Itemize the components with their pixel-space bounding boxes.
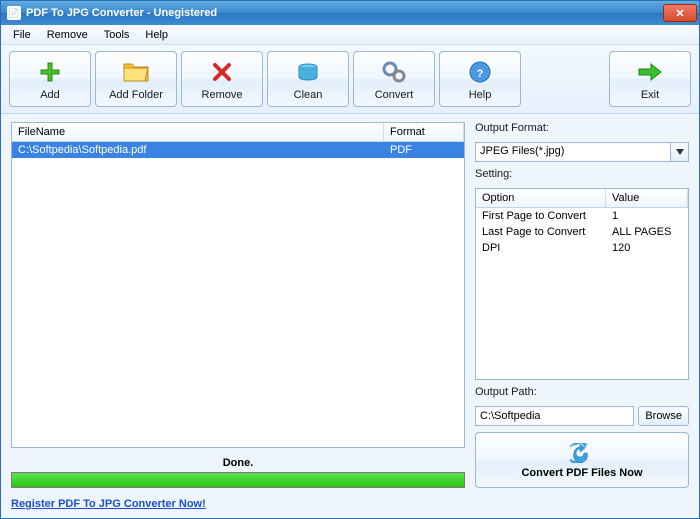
cell-value: ALL PAGES — [606, 224, 688, 240]
col-format[interactable]: Format — [384, 123, 464, 142]
left-panel: FileName Format C:\Softpedia\Softpedia.p… — [11, 122, 465, 488]
output-path-input[interactable] — [475, 406, 634, 426]
right-panel: Output Format: JPEG Files(*.jpg) Setting… — [475, 122, 689, 488]
output-path-row: Browse — [475, 406, 689, 426]
app-icon: 📄 — [7, 6, 21, 20]
clean-icon — [293, 58, 323, 86]
menu-help[interactable]: Help — [137, 27, 176, 43]
close-icon: ✕ — [675, 7, 684, 20]
settings-table[interactable]: Option Value First Page to Convert 1 Las… — [475, 188, 689, 380]
cell-filename: C:\Softpedia\Softpedia.pdf — [12, 142, 384, 158]
plus-icon — [35, 58, 65, 86]
add-button[interactable]: Add — [9, 51, 91, 107]
list-item[interactable]: C:\Softpedia\Softpedia.pdf PDF — [12, 142, 464, 158]
help-button[interactable]: ? Help — [439, 51, 521, 107]
menu-file[interactable]: File — [5, 27, 39, 43]
table-row[interactable]: DPI 120 — [476, 240, 688, 256]
output-format-value: JPEG Files(*.jpg) — [476, 143, 670, 161]
setting-label: Setting: — [475, 168, 689, 180]
cell-option: First Page to Convert — [476, 208, 606, 224]
gear-icon — [379, 58, 409, 86]
cell-option: Last Page to Convert — [476, 224, 606, 240]
footer: Register PDF To JPG Converter Now! — [1, 492, 699, 518]
settings-header: Option Value — [476, 189, 688, 208]
table-row[interactable]: First Page to Convert 1 — [476, 208, 688, 224]
filelist-body[interactable]: C:\Softpedia\Softpedia.pdf PDF — [12, 142, 464, 447]
chevron-down-icon[interactable] — [670, 143, 688, 161]
arrow-right-icon — [635, 58, 665, 86]
titlebar[interactable]: 📄 PDF To JPG Converter - Unegistered ✕ — [1, 1, 699, 25]
col-value[interactable]: Value — [606, 189, 688, 208]
output-path-label: Output Path: — [475, 386, 689, 398]
convert-button[interactable]: Convert — [353, 51, 435, 107]
cell-value: 120 — [606, 240, 688, 256]
convert-now-label: Convert PDF Files Now — [521, 467, 642, 479]
convert-icon — [569, 442, 595, 464]
convert-now-button[interactable]: Convert PDF Files Now — [475, 432, 689, 488]
filelist-header: FileName Format — [12, 123, 464, 142]
col-filename[interactable]: FileName — [12, 123, 384, 142]
main-window: 📄 PDF To JPG Converter - Unegistered ✕ F… — [0, 0, 700, 519]
content: FileName Format C:\Softpedia\Softpedia.p… — [1, 114, 699, 492]
cell-value: 1 — [606, 208, 688, 224]
svg-text:?: ? — [477, 68, 484, 80]
output-format-label: Output Format: — [475, 122, 689, 134]
col-option[interactable]: Option — [476, 189, 606, 208]
browse-button[interactable]: Browse — [638, 406, 689, 426]
toolbar: Add Add Folder Remove Clean Convert ? He… — [1, 45, 699, 114]
exit-button[interactable]: Exit — [609, 51, 691, 107]
cell-option: DPI — [476, 240, 606, 256]
table-row[interactable]: Last Page to Convert ALL PAGES — [476, 224, 688, 240]
menubar: File Remove Tools Help — [1, 25, 699, 45]
clean-button[interactable]: Clean — [267, 51, 349, 107]
progressbar — [11, 472, 465, 488]
close-button[interactable]: ✕ — [663, 4, 697, 22]
menu-remove[interactable]: Remove — [39, 27, 96, 43]
progress-fill — [12, 473, 464, 487]
folder-icon — [121, 58, 151, 86]
window-title: PDF To JPG Converter - Unegistered — [26, 7, 663, 19]
output-format-select[interactable]: JPEG Files(*.jpg) — [475, 142, 689, 162]
remove-button[interactable]: Remove — [181, 51, 263, 107]
help-icon: ? — [465, 58, 495, 86]
menu-tools[interactable]: Tools — [96, 27, 138, 43]
register-link[interactable]: Register PDF To JPG Converter Now! — [11, 498, 206, 510]
status-area: Done. — [11, 454, 465, 488]
x-icon — [207, 58, 237, 86]
status-text: Done. — [11, 454, 465, 472]
cell-format: PDF — [384, 142, 464, 158]
filelist[interactable]: FileName Format C:\Softpedia\Softpedia.p… — [11, 122, 465, 448]
add-folder-button[interactable]: Add Folder — [95, 51, 177, 107]
